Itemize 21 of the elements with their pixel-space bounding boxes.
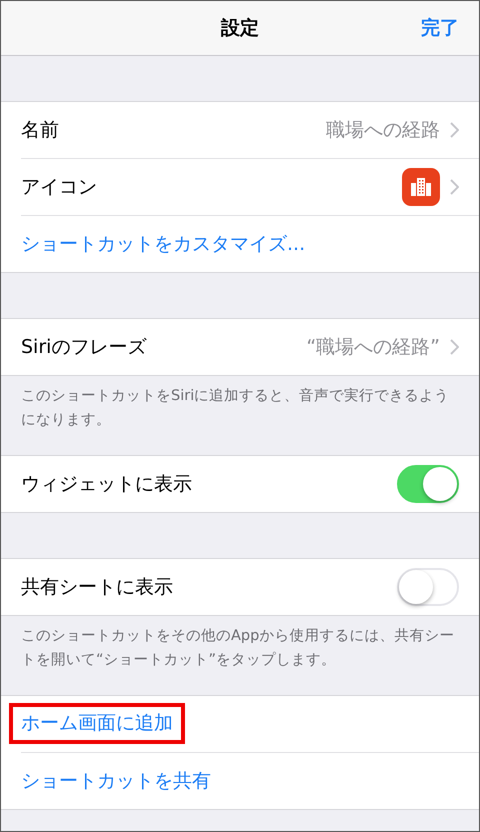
row-label: ウィジェットに表示: [21, 472, 193, 497]
settings-row[interactable]: Siriのフレーズ “職場への経路”: [21, 319, 479, 375]
action-link[interactable]: ショートカットを共有: [21, 768, 211, 794]
row-value: 職場への経路: [326, 118, 440, 143]
row-label: Siriのフレーズ: [21, 335, 148, 360]
toggle-switch[interactable]: [397, 464, 459, 503]
footer-note: このショートカットをSiriに追加すると、音声で実行できるようになります。: [20, 386, 450, 430]
row-value: “職場への経路”: [306, 335, 440, 360]
chevron-icon: [450, 339, 459, 355]
screen-title: 設定: [221, 16, 259, 41]
row-label: 共有シートに表示: [21, 574, 174, 600]
done-button[interactable]: 完了: [421, 13, 459, 43]
chevron-icon: [450, 179, 459, 195]
action-link[interactable]: ホーム画面に追加: [21, 710, 173, 736]
settings-row[interactable]: アイコン: [21, 158, 479, 215]
settings-row[interactable]: 名前 職場への経路: [21, 102, 479, 158]
chevron-icon: [450, 122, 459, 138]
row-label: アイコン: [21, 175, 98, 200]
row-label: 名前: [21, 118, 60, 143]
action-link[interactable]: ショートカットをカスタマイズ...: [21, 231, 306, 257]
footer-note: このショートカットをその他のAppから使用するには、共有シートを開いて“ショートカット”をタップします。: [20, 626, 456, 670]
